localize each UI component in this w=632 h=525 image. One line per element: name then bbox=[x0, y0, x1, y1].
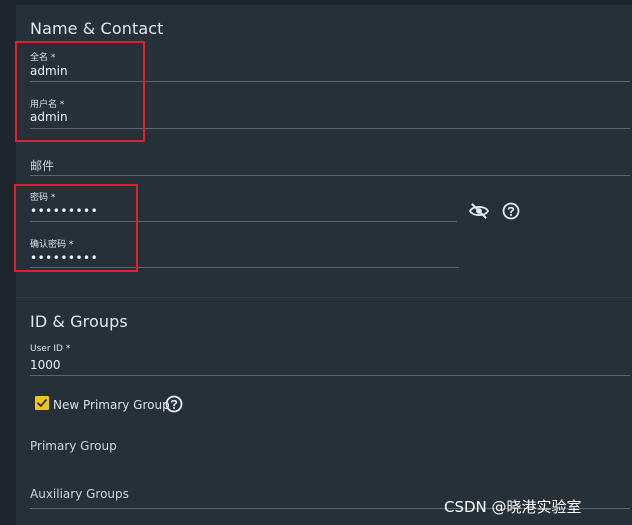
page: Name & Contact 全名 * admin 用户名 * admin 邮件… bbox=[0, 0, 632, 525]
user-id-input[interactable]: 1000 bbox=[30, 358, 61, 372]
help-circle-icon[interactable] bbox=[502, 202, 520, 220]
user-id-underline bbox=[30, 375, 630, 376]
check-icon bbox=[37, 399, 47, 407]
email-underline bbox=[30, 175, 630, 176]
watermark-text: CSDN @晓港实验室 bbox=[444, 498, 582, 516]
help-circle-icon[interactable] bbox=[165, 395, 183, 413]
user-id-label: User ID * bbox=[30, 344, 71, 354]
new-primary-group-label[interactable]: New Primary Group bbox=[53, 398, 170, 412]
highlight-box-passwords bbox=[14, 184, 138, 272]
email-input[interactable]: 邮件 bbox=[30, 157, 54, 174]
highlight-box-names bbox=[15, 41, 145, 142]
section-title-name-contact: Name & Contact bbox=[30, 19, 164, 38]
eye-off-icon[interactable] bbox=[468, 201, 490, 221]
section-title-id-groups: ID & Groups bbox=[30, 312, 128, 331]
auxiliary-groups-select[interactable]: Auxiliary Groups bbox=[30, 487, 129, 501]
primary-group-select[interactable]: Primary Group bbox=[30, 439, 117, 453]
new-primary-group-checkbox[interactable] bbox=[35, 396, 49, 410]
section-divider bbox=[16, 297, 632, 298]
